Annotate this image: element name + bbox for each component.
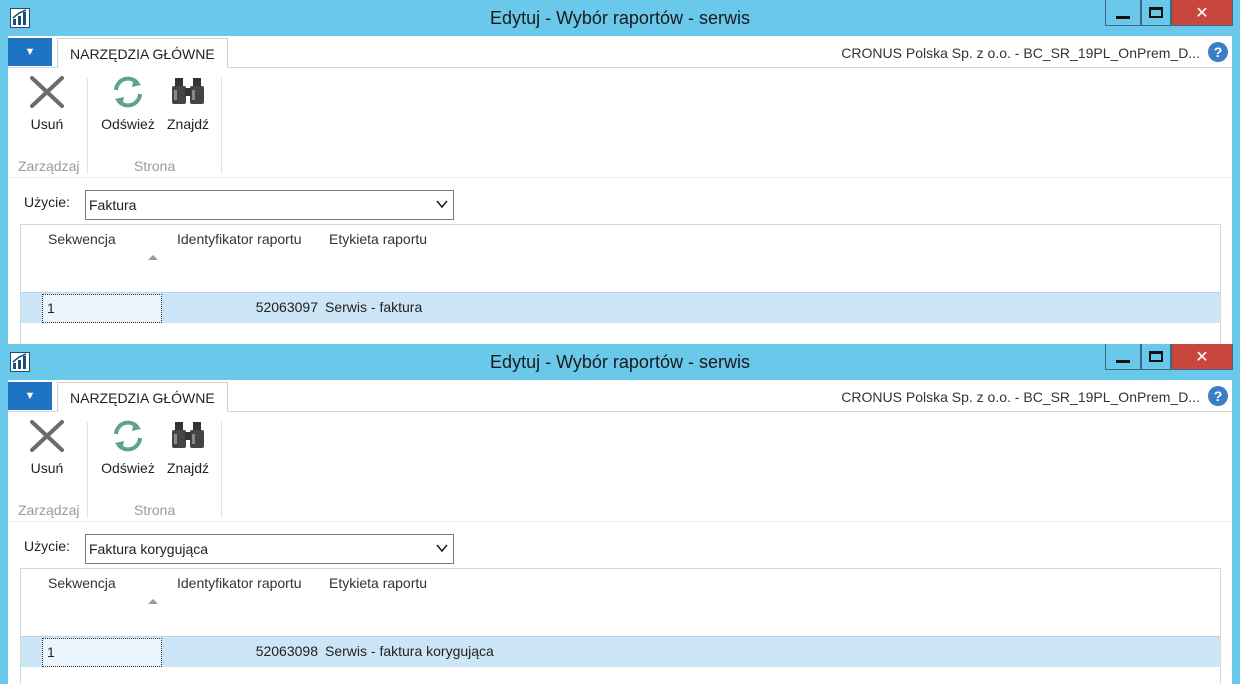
report-label-cell[interactable]: Serwis - faktura bbox=[325, 299, 422, 315]
maximize-button[interactable] bbox=[1141, 344, 1171, 370]
sequence-cell[interactable]: 1 bbox=[42, 638, 162, 667]
delete-button[interactable]: Usuń bbox=[22, 418, 72, 482]
close-button[interactable]: ✕ bbox=[1171, 344, 1233, 370]
sequence-value: 1 bbox=[47, 300, 55, 316]
delete-button[interactable]: Usuń bbox=[22, 74, 72, 138]
ribbon-tabs: ▼ NARZĘDZIA GŁÓWNE CRONUS Polska Sp. z o… bbox=[8, 380, 1232, 413]
minimize-button[interactable] bbox=[1105, 344, 1141, 370]
company-name: CRONUS Polska Sp. z o.o. - BC_SR_19PL_On… bbox=[841, 45, 1200, 61]
chevron-down-icon bbox=[436, 544, 448, 553]
find-button[interactable]: Znajdź bbox=[164, 418, 212, 482]
title-bar: Edytuj - Wybór raportów - serwis ✕ bbox=[0, 344, 1240, 380]
report-selection-grid: Sekwencja Identyfikator raportu Etykieta… bbox=[20, 568, 1221, 684]
close-icon: ✕ bbox=[1195, 348, 1209, 366]
usage-selected-value: Faktura korygująca bbox=[89, 541, 209, 557]
refresh-icon bbox=[108, 418, 148, 454]
report-id-cell[interactable]: 52063097 bbox=[181, 299, 318, 315]
usage-row: Użycie: Faktura bbox=[8, 186, 1232, 220]
usage-select[interactable]: Faktura bbox=[85, 190, 454, 220]
find-label: Znajdź bbox=[166, 460, 210, 476]
ribbon: Usuń Odśwież Znajdź Zarządzaj Strona bbox=[8, 412, 1232, 522]
ribbon-separator bbox=[221, 78, 222, 174]
maximize-icon bbox=[1149, 351, 1163, 362]
sort-ascending-icon bbox=[148, 255, 158, 260]
maximize-icon bbox=[1149, 7, 1163, 18]
window-title: Edytuj - Wybór raportów - serwis bbox=[490, 352, 750, 372]
report-selection-window: Edytuj - Wybór raportów - serwis ✕ ▼ NAR… bbox=[0, 344, 1240, 684]
company-name: CRONUS Polska Sp. z o.o. - BC_SR_19PL_On… bbox=[841, 389, 1200, 405]
report-label-cell[interactable]: Serwis - faktura korygująca bbox=[325, 643, 494, 659]
column-header-report-id[interactable]: Identyfikator raportu bbox=[177, 575, 302, 591]
delete-label: Usuń bbox=[30, 116, 64, 132]
group-label-page: Strona bbox=[134, 158, 176, 174]
refresh-label: Odśwież bbox=[101, 460, 155, 476]
refresh-button[interactable]: Odśwież bbox=[100, 74, 156, 138]
sequence-value: 1 bbox=[47, 644, 55, 660]
close-icon: ✕ bbox=[1195, 4, 1209, 22]
column-header-report-label[interactable]: Etykieta raportu bbox=[329, 231, 427, 247]
tab-home[interactable]: NARZĘDZIA GŁÓWNE bbox=[57, 382, 228, 413]
ribbon: Usuń Odśwież Znajdź Zarządzaj Strona bbox=[8, 68, 1232, 178]
app-menu-button[interactable]: ▼ bbox=[8, 38, 52, 66]
column-header-sequence[interactable]: Sekwencja bbox=[48, 231, 116, 247]
ribbon-tabs: ▼ NARZĘDZIA GŁÓWNE CRONUS Polska Sp. z o… bbox=[8, 36, 1232, 69]
title-bar: Edytuj - Wybór raportów - serwis ✕ bbox=[0, 0, 1240, 36]
maximize-button[interactable] bbox=[1141, 0, 1171, 26]
sequence-cell[interactable]: 1 bbox=[42, 294, 162, 323]
column-header-sequence[interactable]: Sekwencja bbox=[48, 575, 116, 591]
refresh-button[interactable]: Odśwież bbox=[100, 418, 156, 482]
table-row[interactable]: 1 52063097 Serwis - faktura bbox=[21, 292, 1220, 323]
window-client: ▼ NARZĘDZIA GŁÓWNE CRONUS Polska Sp. z o… bbox=[8, 36, 1232, 344]
binoculars-icon bbox=[168, 418, 208, 454]
ribbon-separator bbox=[87, 422, 88, 518]
chevron-down-icon: ▼ bbox=[24, 46, 36, 58]
binoculars-icon bbox=[168, 74, 208, 110]
refresh-icon bbox=[108, 74, 148, 110]
column-header-report-label[interactable]: Etykieta raportu bbox=[329, 575, 427, 591]
help-icon[interactable]: ? bbox=[1208, 386, 1228, 406]
delete-x-icon bbox=[27, 418, 67, 454]
ribbon-separator bbox=[221, 422, 222, 518]
column-header-report-id[interactable]: Identyfikator raportu bbox=[177, 231, 302, 247]
help-icon[interactable]: ? bbox=[1208, 42, 1228, 62]
app-menu-button[interactable]: ▼ bbox=[8, 382, 52, 410]
window-title: Edytuj - Wybór raportów - serwis bbox=[490, 8, 750, 28]
delete-label: Usuń bbox=[30, 460, 64, 476]
ribbon-separator bbox=[87, 78, 88, 174]
table-row[interactable]: 1 52063098 Serwis - faktura korygująca bbox=[21, 636, 1220, 667]
group-label-manage: Zarządzaj bbox=[18, 502, 80, 518]
report-selection-window: Edytuj - Wybór raportów - serwis ✕ ▼ NAR… bbox=[0, 0, 1240, 344]
usage-row: Użycie: Faktura korygująca bbox=[8, 530, 1232, 564]
report-selection-grid: Sekwencja Identyfikator raportu Etykieta… bbox=[20, 224, 1221, 344]
usage-label: Użycie: bbox=[24, 538, 70, 554]
chevron-down-icon: ▼ bbox=[24, 390, 36, 402]
minimize-icon bbox=[1116, 360, 1130, 363]
close-button[interactable]: ✕ bbox=[1171, 0, 1233, 26]
group-label-page: Strona bbox=[134, 502, 176, 518]
group-label-manage: Zarządzaj bbox=[18, 158, 80, 174]
window-client: ▼ NARZĘDZIA GŁÓWNE CRONUS Polska Sp. z o… bbox=[8, 380, 1232, 684]
find-label: Znajdź bbox=[166, 116, 210, 132]
minimize-button[interactable] bbox=[1105, 0, 1141, 26]
chevron-down-icon bbox=[436, 200, 448, 209]
sort-ascending-icon bbox=[148, 599, 158, 604]
delete-x-icon bbox=[27, 74, 67, 110]
usage-select[interactable]: Faktura korygująca bbox=[85, 534, 454, 564]
report-id-cell[interactable]: 52063098 bbox=[181, 643, 318, 659]
find-button[interactable]: Znajdź bbox=[164, 74, 212, 138]
refresh-label: Odśwież bbox=[101, 116, 155, 132]
usage-selected-value: Faktura bbox=[89, 197, 137, 213]
tab-home[interactable]: NARZĘDZIA GŁÓWNE bbox=[57, 38, 228, 69]
usage-label: Użycie: bbox=[24, 194, 70, 210]
minimize-icon bbox=[1116, 16, 1130, 19]
